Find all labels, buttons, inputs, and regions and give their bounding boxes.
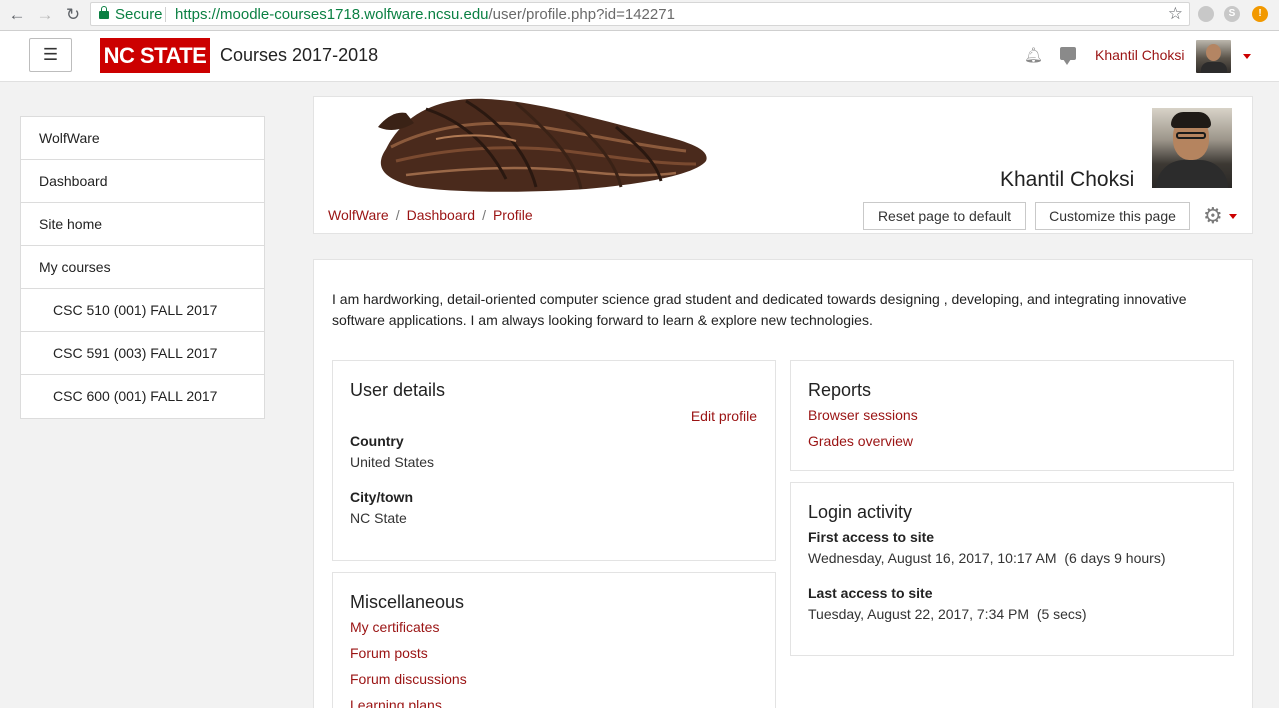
messages-icon[interactable] xyxy=(1060,47,1076,65)
breadcrumb-separator: / xyxy=(395,207,400,223)
drawer-toggle-button[interactable]: ☰ xyxy=(29,38,72,72)
address-bar[interactable]: Secure https://moodle-courses1718.wolfwa… xyxy=(90,2,1190,26)
login-activity-section: Login activity First access to site Wedn… xyxy=(790,482,1234,656)
user-menu-name[interactable]: Khantil Choksi xyxy=(1095,47,1185,63)
my-certificates-link[interactable]: My certificates xyxy=(350,619,439,635)
avatar[interactable] xyxy=(1196,40,1231,73)
address-url[interactable]: https://moodle-courses1718.wolfware.ncsu… xyxy=(175,6,675,23)
city-label: City/town xyxy=(350,489,413,505)
forward-arrow-icon[interactable]: → xyxy=(34,4,56,26)
secure-indicator[interactable]: Secure xyxy=(99,6,163,23)
browser-sessions-link[interactable]: Browser sessions xyxy=(808,407,918,423)
browser-toolbar: ← → ↻ Secure https://moodle-courses1718.… xyxy=(0,0,1279,31)
miscellaneous-title: Miscellaneous xyxy=(350,592,465,612)
nc-state-logo[interactable]: NC STATE xyxy=(100,38,210,73)
drawer-item-wolfware[interactable]: WolfWare xyxy=(21,117,264,160)
url-path: /user/profile.php?id=142271 xyxy=(488,6,675,23)
globe-extension-icon[interactable] xyxy=(1198,6,1214,22)
back-arrow-icon[interactable]: ← xyxy=(6,4,28,26)
lock-icon xyxy=(99,6,109,19)
drawer-item-my-courses[interactable]: My courses xyxy=(21,246,264,289)
wolf-sculpture-image xyxy=(378,98,707,192)
site-name[interactable]: Courses 2017-2018 xyxy=(220,45,378,66)
last-access-label: Last access to site xyxy=(808,585,933,601)
customize-page-button[interactable]: Customize this page xyxy=(1035,202,1190,230)
url-host: https://moodle-courses1718.wolfware.ncsu… xyxy=(175,6,489,23)
miscellaneous-section: Miscellaneous My certificates Forum post… xyxy=(332,572,776,708)
breadcrumb-profile[interactable]: Profile xyxy=(493,207,533,223)
drawer-item-dashboard[interactable]: Dashboard xyxy=(21,160,264,203)
drawer-item-course[interactable]: CSC 591 (003) FALL 2017 xyxy=(21,332,264,375)
bookmark-star-icon[interactable]: ☆ xyxy=(1168,4,1183,24)
edit-profile-link[interactable]: Edit profile xyxy=(691,408,757,424)
profile-description: I am hardworking, detail-oriented comput… xyxy=(332,291,1187,328)
chevron-down-icon[interactable] xyxy=(1243,54,1251,59)
notification-bell-icon[interactable]: 🔔︎ xyxy=(1024,46,1043,64)
drawer-item-course[interactable]: CSC 510 (001) FALL 2017 xyxy=(21,289,264,332)
reset-page-button[interactable]: Reset page to default xyxy=(863,202,1026,230)
learning-plans-link[interactable]: Learning plans xyxy=(350,697,442,708)
alert-extension-icon[interactable]: ! xyxy=(1252,6,1268,22)
breadcrumb-separator: / xyxy=(482,207,486,223)
breadcrumb: WolfWare / Dashboard / Profile xyxy=(328,207,533,223)
site-navbar: ☰ NC STATE Courses 2017-2018 🔔︎ Khantil … xyxy=(0,31,1279,82)
breadcrumb-wolfware[interactable]: WolfWare xyxy=(328,207,389,223)
address-divider xyxy=(165,7,166,22)
nav-drawer: WolfWare Dashboard Site home My courses … xyxy=(0,82,285,708)
skype-extension-icon[interactable]: S xyxy=(1224,6,1240,22)
hamburger-icon: ☰ xyxy=(42,45,59,64)
profile-banner: Khantil Choksi xyxy=(314,97,1252,197)
last-access-value: Tuesday, August 22, 2017, 7:34 PM (5 sec… xyxy=(808,606,1087,622)
country-value: United States xyxy=(350,454,435,470)
country-label: Country xyxy=(350,433,404,449)
breadcrumb-dashboard[interactable]: Dashboard xyxy=(407,207,476,223)
drawer-list: WolfWare Dashboard Site home My courses … xyxy=(20,116,265,419)
city-value: NC State xyxy=(350,510,407,526)
drawer-item-course[interactable]: CSC 600 (001) FALL 2017 xyxy=(21,375,264,418)
profile-main: I am hardworking, detail-oriented comput… xyxy=(313,259,1253,708)
user-details-title: User details xyxy=(350,380,446,400)
grades-overview-link[interactable]: Grades overview xyxy=(808,433,913,449)
reports-section: Reports Browser sessions Grades overview xyxy=(790,360,1234,471)
profile-name: Khantil Choksi xyxy=(1000,168,1135,191)
gear-icon[interactable]: ⚙ xyxy=(1203,204,1227,228)
chevron-down-icon[interactable] xyxy=(1229,214,1237,219)
forum-discussions-link[interactable]: Forum discussions xyxy=(350,671,467,687)
reports-title: Reports xyxy=(808,380,872,400)
user-details-section: User details Edit profile Country United… xyxy=(332,360,776,561)
forum-posts-link[interactable]: Forum posts xyxy=(350,645,428,661)
profile-picture xyxy=(1152,108,1232,188)
first-access-label: First access to site xyxy=(808,529,935,545)
first-access-value: Wednesday, August 16, 2017, 10:17 AM (6 … xyxy=(808,550,1166,566)
drawer-item-site-home[interactable]: Site home xyxy=(21,203,264,246)
login-activity-title: Login activity xyxy=(808,502,913,522)
page-header: Khantil Choksi WolfWare / Dashboard / Profil… xyxy=(313,96,1253,234)
reload-icon[interactable]: ↻ xyxy=(62,4,84,26)
